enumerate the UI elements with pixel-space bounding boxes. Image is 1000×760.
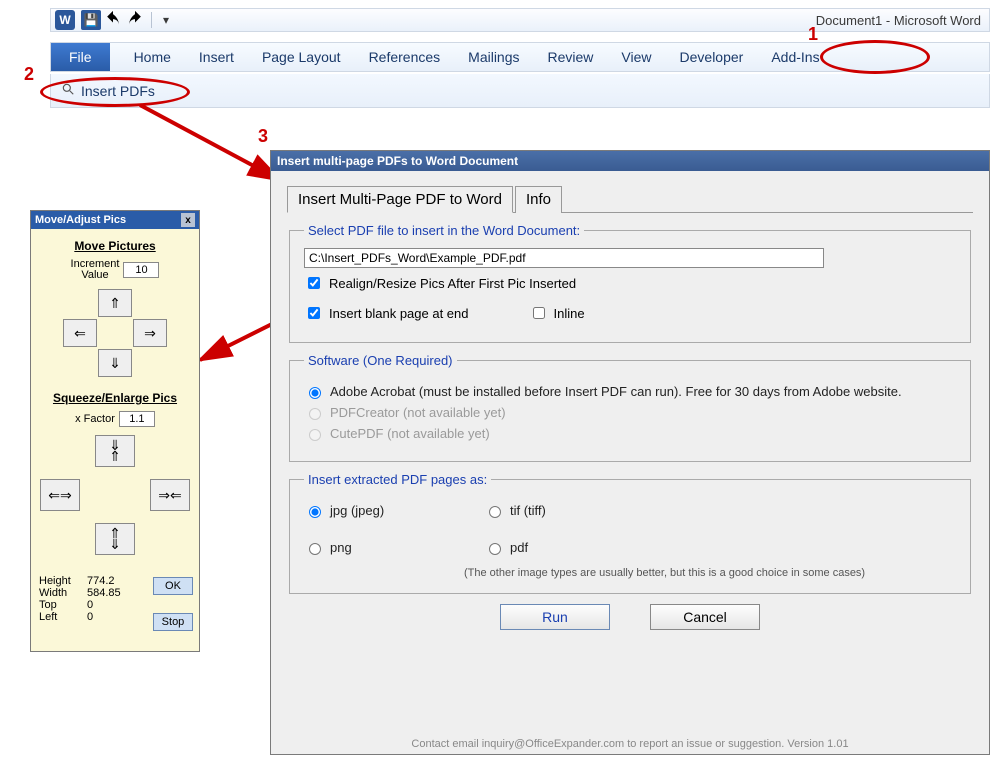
tab-add-ins[interactable]: Add-Ins: [757, 43, 833, 71]
squeeze-dpad: ⇓ ⇑ ⇑ ⇓ ⇐⇒ ⇒⇐: [40, 435, 190, 555]
tab-insert[interactable]: Insert: [185, 43, 248, 71]
blank-page-checkbox[interactable]: [308, 307, 320, 319]
dialog-tabs: Insert Multi-Page PDF to Word Info: [287, 185, 973, 213]
insert-pdfs-label: Insert PDFs: [81, 83, 155, 99]
cancel-button[interactable]: Cancel: [650, 604, 760, 630]
group-select-pdf: Select PDF file to insert in the Word Do…: [289, 223, 971, 343]
left-value: 0: [87, 611, 93, 623]
realign-checkbox[interactable]: [308, 277, 320, 289]
move-adjust-titlebar[interactable]: Move/Adjust Pics x: [31, 211, 199, 229]
move-dpad: ⇑ ⇓ ⇐ ⇒: [63, 289, 167, 377]
close-icon[interactable]: x: [181, 213, 195, 227]
tab-mailings[interactable]: Mailings: [454, 43, 533, 71]
tab-references[interactable]: References: [355, 43, 455, 71]
pdf-path-input[interactable]: [304, 248, 824, 268]
move-adjust-panel: Move/Adjust Pics x Move Pictures Increme…: [30, 210, 200, 652]
software-cutepdf-radio: [309, 429, 321, 441]
height-value: 774.2: [87, 575, 115, 587]
document-title: Document1 - Microsoft Word: [816, 13, 985, 28]
software-adobe-radio[interactable]: [309, 387, 321, 399]
inline-checkbox[interactable]: [533, 307, 545, 319]
top-value: 0: [87, 599, 93, 611]
insert-pdf-dialog: Insert multi-page PDFs to Word Document …: [270, 150, 990, 755]
software-adobe-label: Adobe Acrobat (must be installed before …: [330, 384, 902, 399]
run-button[interactable]: Run: [500, 604, 610, 630]
fmt-png-label: png: [330, 540, 352, 555]
fmt-pdf-radio[interactable]: [489, 543, 501, 555]
inline-label: Inline: [554, 306, 585, 321]
ribbon-tabs: File Home Insert Page Layout References …: [50, 42, 990, 72]
picture-stats: Height 774.2 Width 584.85 Top 0 Left 0 OK St…: [31, 571, 199, 651]
software-cutepdf-label: CutePDF (not available yet): [330, 426, 490, 441]
blank-page-label: Insert blank page at end: [329, 306, 469, 321]
dialog-button-bar: Run Cancel: [271, 604, 989, 630]
word-logo-icon: W: [55, 10, 75, 30]
squeeze-horiz-in-button[interactable]: ⇒⇐: [150, 479, 190, 511]
tab-home[interactable]: Home: [120, 43, 185, 71]
squeeze-vert-in-button[interactable]: ⇓ ⇑: [95, 435, 135, 467]
insert-pdfs-button[interactable]: Insert PDFs: [61, 82, 155, 99]
addins-toolbar: Insert PDFs: [50, 74, 990, 108]
stop-button[interactable]: Stop: [153, 613, 193, 631]
group-insert-as-label: Insert extracted PDF pages as:: [304, 472, 491, 487]
height-label: Height: [39, 575, 81, 587]
move-pictures-heading: Move Pictures: [39, 239, 191, 253]
top-label: Top: [39, 599, 81, 611]
xfactor-input[interactable]: [119, 411, 155, 427]
width-value: 584.85: [87, 587, 121, 599]
move-down-button[interactable]: ⇓: [98, 349, 132, 377]
increment-label: Increment Value: [71, 259, 120, 281]
separator: [151, 12, 152, 28]
fmt-jpg-radio[interactable]: [309, 506, 321, 518]
increment-input[interactable]: [123, 262, 159, 278]
tab-review[interactable]: Review: [534, 43, 608, 71]
tab-file[interactable]: File: [51, 43, 110, 71]
tab-insert-multi-page[interactable]: Insert Multi-Page PDF to Word: [287, 186, 513, 213]
fmt-tif-label: tif (tiff): [510, 503, 546, 518]
annotation-label-3: 3: [258, 126, 268, 147]
realign-label: Realign/Resize Pics After First Pic Inse…: [329, 276, 576, 291]
software-pdfcreator-radio: [309, 408, 321, 420]
fmt-tif-radio[interactable]: [489, 506, 501, 518]
group-software: Software (One Required) Adobe Acrobat (m…: [289, 353, 971, 462]
tab-developer[interactable]: Developer: [666, 43, 758, 71]
fmt-jpg-label: jpg (jpeg): [330, 503, 384, 518]
move-adjust-title: Move/Adjust Pics: [35, 214, 126, 226]
group-software-label: Software (One Required): [304, 353, 457, 368]
tab-info[interactable]: Info: [515, 186, 562, 213]
fmt-note: (The other image types are usually bette…: [464, 567, 956, 579]
annotation-label-1: 1: [808, 24, 818, 45]
customize-qat-icon[interactable]: ▾: [156, 10, 176, 30]
fmt-pdf-label: pdf: [510, 540, 528, 555]
squeeze-vert-out-button[interactable]: ⇑ ⇓: [95, 523, 135, 555]
title-bar: W 💾 ▾ Document1 - Microsoft Word: [50, 8, 990, 32]
xfactor-label: x Factor: [75, 413, 115, 425]
dialog-titlebar[interactable]: Insert multi-page PDFs to Word Document: [271, 151, 989, 171]
dialog-title: Insert multi-page PDFs to Word Document: [277, 154, 518, 168]
move-right-button[interactable]: ⇒: [133, 319, 167, 347]
annotation-label-2: 2: [24, 64, 34, 85]
magnifier-icon: [61, 82, 75, 99]
tab-view[interactable]: View: [607, 43, 665, 71]
move-left-button[interactable]: ⇐: [63, 319, 97, 347]
fmt-png-radio[interactable]: [309, 543, 321, 555]
ok-button[interactable]: OK: [153, 577, 193, 595]
redo-icon[interactable]: [125, 10, 145, 30]
left-label: Left: [39, 611, 81, 623]
group-select-pdf-label: Select PDF file to insert in the Word Do…: [304, 223, 584, 238]
squeeze-heading: Squeeze/Enlarge Pics: [39, 391, 191, 405]
tab-page-layout[interactable]: Page Layout: [248, 43, 355, 71]
undo-icon[interactable]: [103, 10, 123, 30]
move-up-button[interactable]: ⇑: [98, 289, 132, 317]
squeeze-horiz-out-button[interactable]: ⇐⇒: [40, 479, 80, 511]
group-insert-as: Insert extracted PDF pages as: jpg (jpeg…: [289, 472, 971, 594]
dialog-footer: Contact email inquiry@OfficeExpander.com…: [271, 738, 989, 750]
software-pdfcreator-label: PDFCreator (not available yet): [330, 405, 506, 420]
save-icon[interactable]: 💾: [81, 10, 101, 30]
width-label: Width: [39, 587, 81, 599]
